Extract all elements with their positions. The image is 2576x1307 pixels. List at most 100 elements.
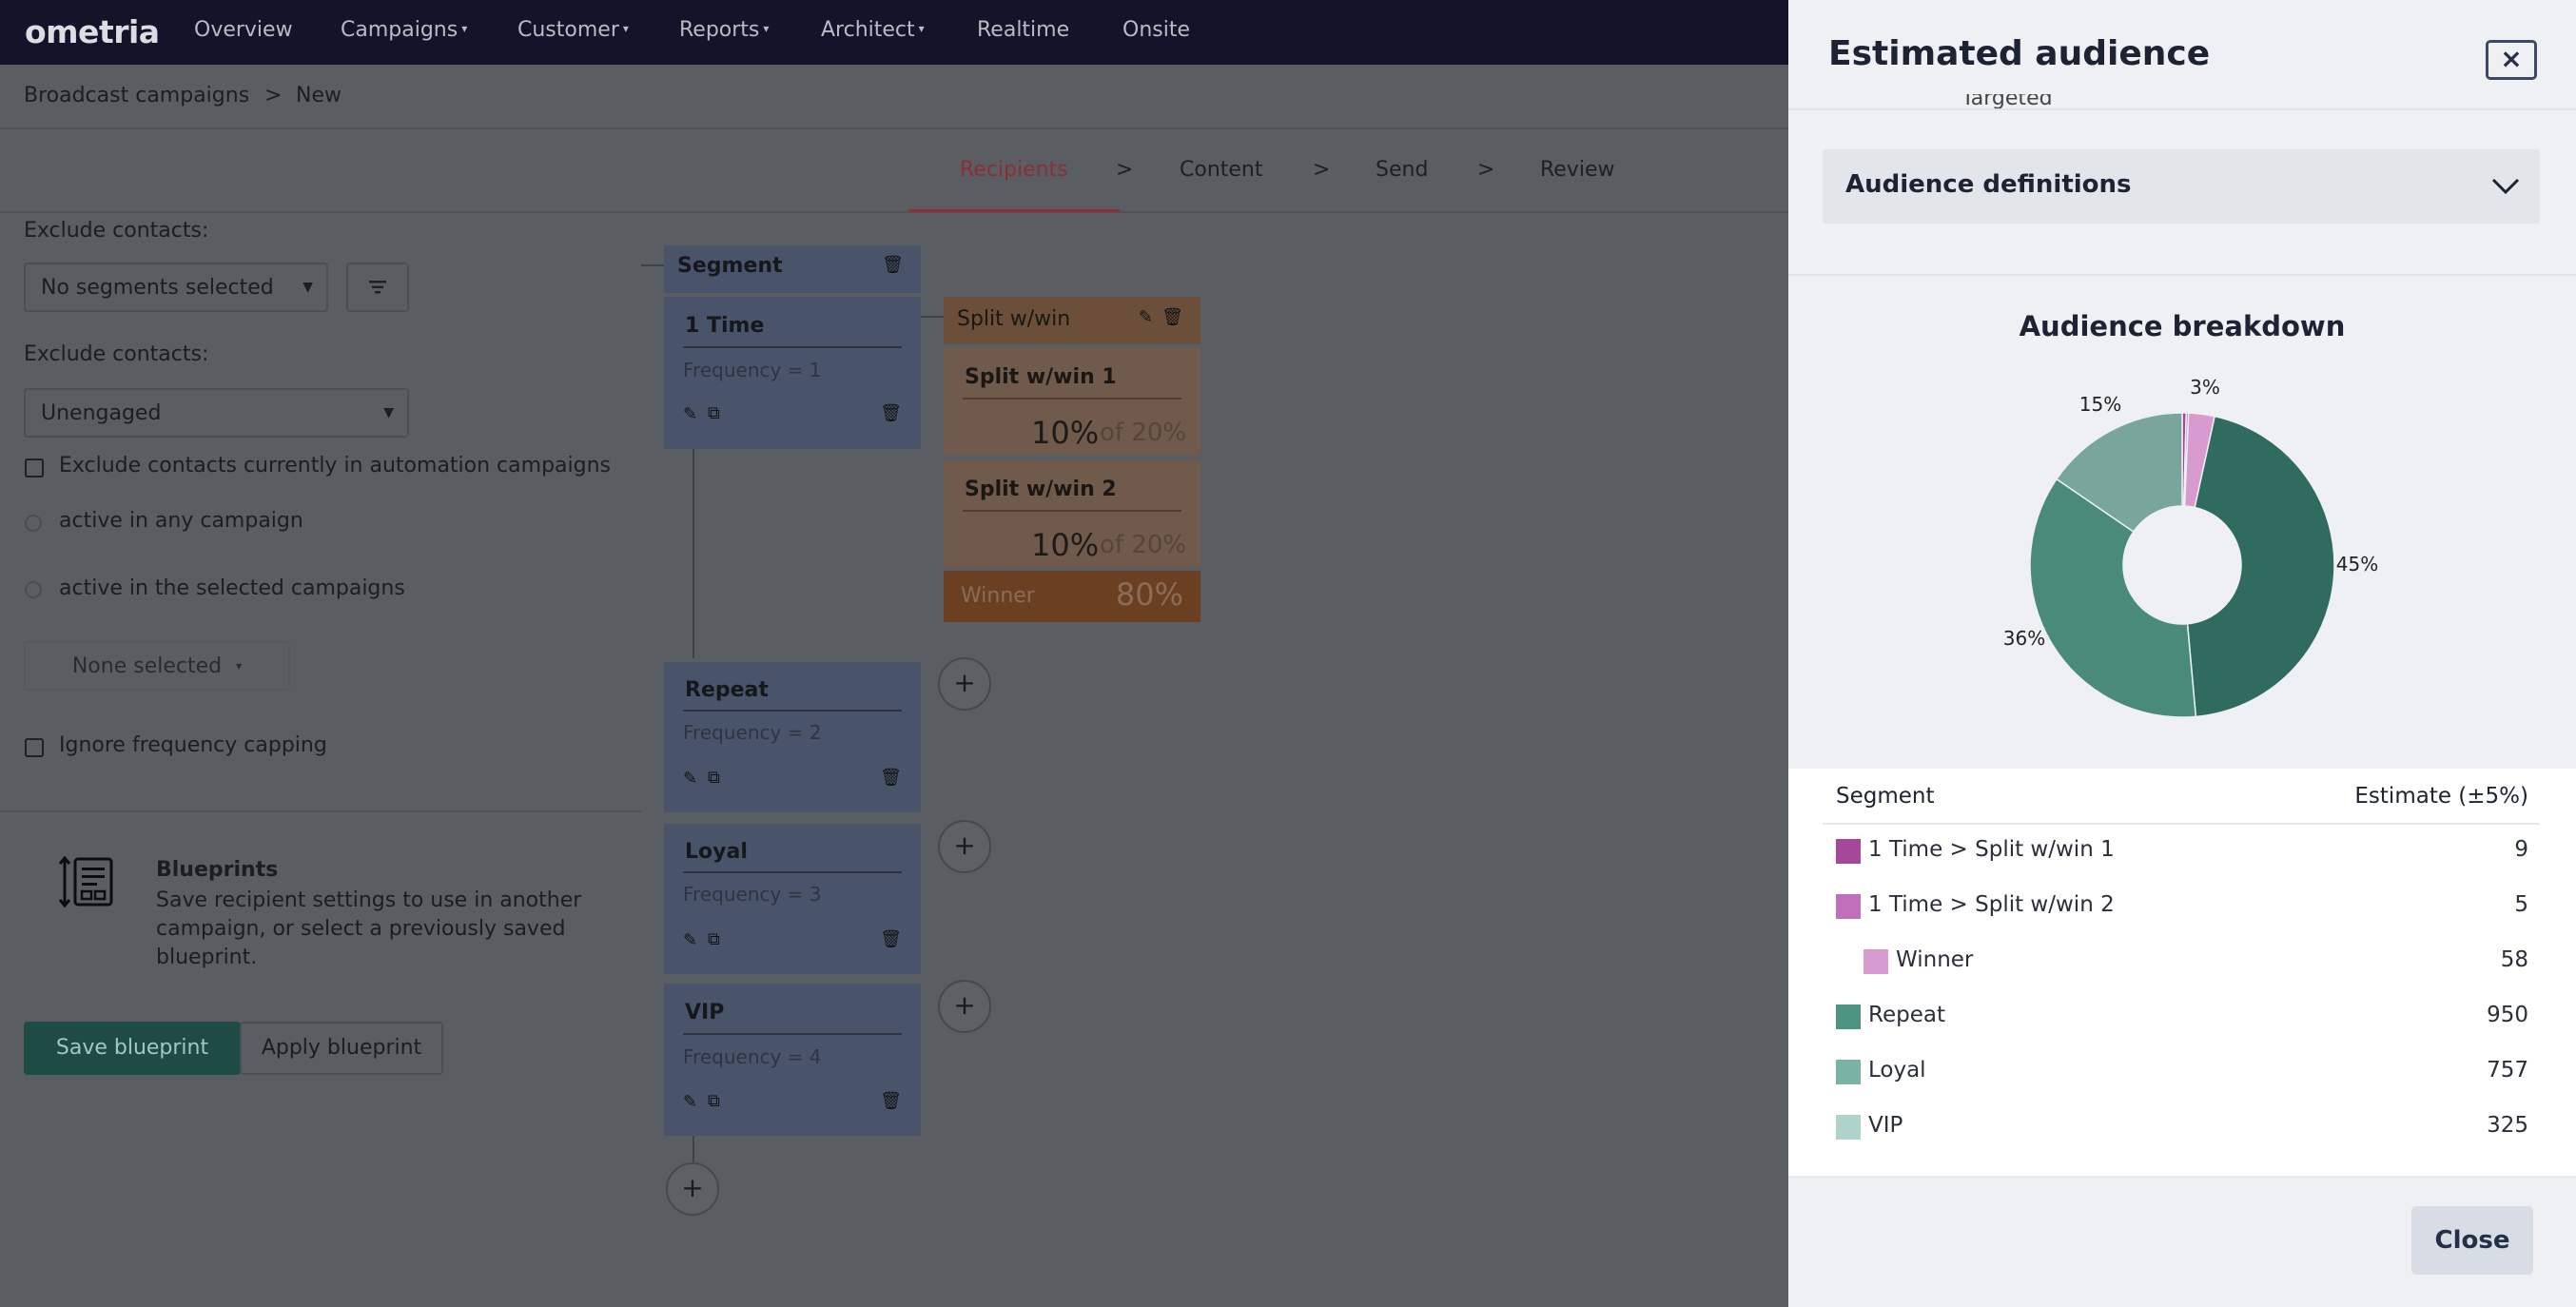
- segment-card-rule: [683, 346, 902, 348]
- filter-icon: [369, 281, 386, 294]
- breadcrumb-broadcast-campaigns[interactable]: Broadcast campaigns: [24, 84, 249, 107]
- trash-icon[interactable]: 🗑: [880, 1091, 902, 1111]
- exclude-automation-checkbox[interactable]: [25, 458, 44, 478]
- segment-card-loyal[interactable]: Loyal Frequency = 3 ✎ ⧉ 🗑: [664, 824, 921, 974]
- split-winner[interactable]: Winner 80%: [944, 571, 1200, 622]
- exclude-engagement-value: Unengaged: [41, 401, 162, 425]
- trash-icon[interactable]: 🗑: [1161, 307, 1183, 327]
- table-header-segment: Segment: [1836, 784, 1935, 809]
- blueprints-description-line3: blueprint.: [156, 946, 258, 969]
- pie-slice[interactable]: [2186, 415, 2335, 718]
- close-button[interactable]: Close: [2411, 1206, 2533, 1275]
- split-header: Split w/win ✎ 🗑: [944, 297, 1200, 344]
- segment-card-vip[interactable]: VIP Frequency = 4 ✎ ⧉ 🗑: [664, 984, 921, 1136]
- active-any-campaign-label: active in any campaign: [59, 509, 303, 533]
- breadcrumb-separator: >: [264, 84, 283, 107]
- pencil-icon[interactable]: ✎: [683, 1092, 697, 1112]
- active-step-indicator: [908, 209, 1120, 212]
- caret-down-icon: ▾: [236, 659, 243, 673]
- segment-card-1-time[interactable]: 1 Time Frequency = 1 ✎ ⧉ 🗑: [664, 297, 921, 449]
- nav-realtime[interactable]: Realtime: [977, 18, 1069, 42]
- ignore-frequency-label: Ignore frequency capping: [59, 733, 327, 757]
- segment-card-repeat[interactable]: Repeat Frequency = 2 ✎ ⧉ 🗑: [664, 662, 921, 812]
- split-variant-percentage: 10%: [1031, 527, 1100, 563]
- split-variant-2[interactable]: Split w/win 2 10% of 20%: [944, 460, 1200, 567]
- active-selected-campaigns-radio[interactable]: [25, 581, 42, 598]
- trash-icon[interactable]: 🗑: [882, 255, 904, 275]
- step-recipients[interactable]: Recipients: [960, 158, 1068, 182]
- caret-down-icon: ▾: [763, 22, 770, 35]
- connector-line: [693, 1136, 694, 1164]
- chevron-down-icon: [2491, 178, 2520, 195]
- add-segment-button[interactable]: +: [938, 980, 991, 1033]
- add-segment-button[interactable]: +: [938, 820, 991, 873]
- row-estimate-value: 9: [2514, 837, 2528, 862]
- pencil-icon[interactable]: ✎: [1139, 307, 1153, 327]
- copy-icon[interactable]: ⧉: [708, 929, 720, 949]
- nav-onsite[interactable]: Onsite: [1122, 18, 1190, 42]
- caret-down-icon: ▾: [622, 22, 629, 35]
- exclude-engagement-select[interactable]: Unengaged ▼: [24, 388, 409, 438]
- exclude-segments-value: No segments selected: [41, 276, 274, 300]
- step-separator: >: [1313, 158, 1331, 182]
- step-send[interactable]: Send: [1376, 158, 1428, 182]
- step-content[interactable]: Content: [1180, 158, 1263, 182]
- copy-icon[interactable]: ⧉: [708, 403, 720, 423]
- split-variant-rule: [963, 398, 1181, 400]
- split-variant-title: Split w/win 2: [965, 478, 1117, 501]
- nav-overview[interactable]: Overview: [194, 18, 293, 42]
- segment-card-title: Loyal: [685, 840, 748, 864]
- row-segment-name: VIP: [1868, 1113, 1903, 1138]
- targeted-label: Targeted: [1961, 94, 2053, 109]
- pie-data-label: 45%: [2336, 553, 2378, 575]
- legend-swatch: [1836, 894, 1861, 919]
- table-row: 1 Time > Split w/win 1 9: [1788, 833, 2576, 871]
- trash-icon[interactable]: 🗑: [880, 929, 902, 949]
- segment-frequency: Frequency = 4: [683, 1045, 822, 1068]
- nav-campaigns[interactable]: Campaigns ▾: [341, 18, 467, 42]
- filter-button[interactable]: [346, 263, 409, 312]
- pencil-icon[interactable]: ✎: [683, 769, 697, 789]
- segment-card-rule: [683, 871, 902, 873]
- drawer-footer-divider: [1788, 1176, 2576, 1178]
- trash-icon[interactable]: 🗑: [880, 403, 902, 423]
- campaigns-select[interactable]: None selected ▾: [24, 641, 290, 691]
- apply-blueprint-button[interactable]: Apply blueprint: [240, 1022, 443, 1075]
- legend-swatch: [1864, 949, 1888, 974]
- active-any-campaign-radio[interactable]: [25, 515, 42, 532]
- nav-architect[interactable]: Architect ▾: [821, 18, 925, 42]
- breadcrumb: Broadcast campaigns > New: [0, 65, 1788, 129]
- segment-frequency: Frequency = 2: [683, 721, 822, 744]
- section-divider: [1788, 274, 2576, 276]
- copy-icon[interactable]: ⧉: [708, 768, 720, 788]
- legend-swatch: [1836, 1060, 1861, 1084]
- exclude-automation-label: Exclude contacts currently in automation…: [59, 454, 611, 478]
- pencil-icon[interactable]: ✎: [683, 404, 697, 424]
- split-variant-percentage: 10%: [1031, 415, 1100, 451]
- close-icon[interactable]: ×: [2486, 40, 2537, 80]
- add-segment-button[interactable]: +: [938, 657, 991, 711]
- exclude-segments-select[interactable]: No segments selected ▼: [24, 263, 328, 312]
- trash-icon[interactable]: 🗑: [880, 768, 902, 788]
- step-review[interactable]: Review: [1540, 158, 1615, 182]
- connector-line: [921, 316, 944, 318]
- nav-reports[interactable]: Reports ▾: [679, 18, 769, 42]
- chart-title: Audience breakdown: [2019, 310, 2346, 342]
- step-separator: >: [1477, 158, 1495, 182]
- audience-definitions-accordion[interactable]: Audience definitions: [1823, 149, 2540, 224]
- ignore-frequency-checkbox[interactable]: [25, 738, 44, 757]
- copy-icon[interactable]: ⧉: [708, 1091, 720, 1111]
- add-segment-button[interactable]: +: [666, 1162, 719, 1216]
- row-estimate-value: 757: [2487, 1058, 2528, 1083]
- pencil-icon[interactable]: ✎: [683, 930, 697, 950]
- split-variant-of: of 20%: [1100, 419, 1187, 447]
- active-selected-campaigns-label: active in the selected campaigns: [59, 576, 405, 600]
- nav-customer[interactable]: Customer ▾: [517, 18, 629, 42]
- drawer-header-divider: [1788, 108, 2576, 110]
- chevron-down-icon: ▼: [302, 280, 313, 295]
- breadcrumb-new: New: [296, 84, 342, 107]
- ometria-logo[interactable]: ometria: [25, 13, 160, 50]
- blueprints-description-line1: Save recipient settings to use in anothe…: [156, 888, 582, 912]
- save-blueprint-button[interactable]: Save blueprint: [24, 1022, 241, 1075]
- split-variant-1[interactable]: Split w/win 1 10% of 20%: [944, 348, 1200, 455]
